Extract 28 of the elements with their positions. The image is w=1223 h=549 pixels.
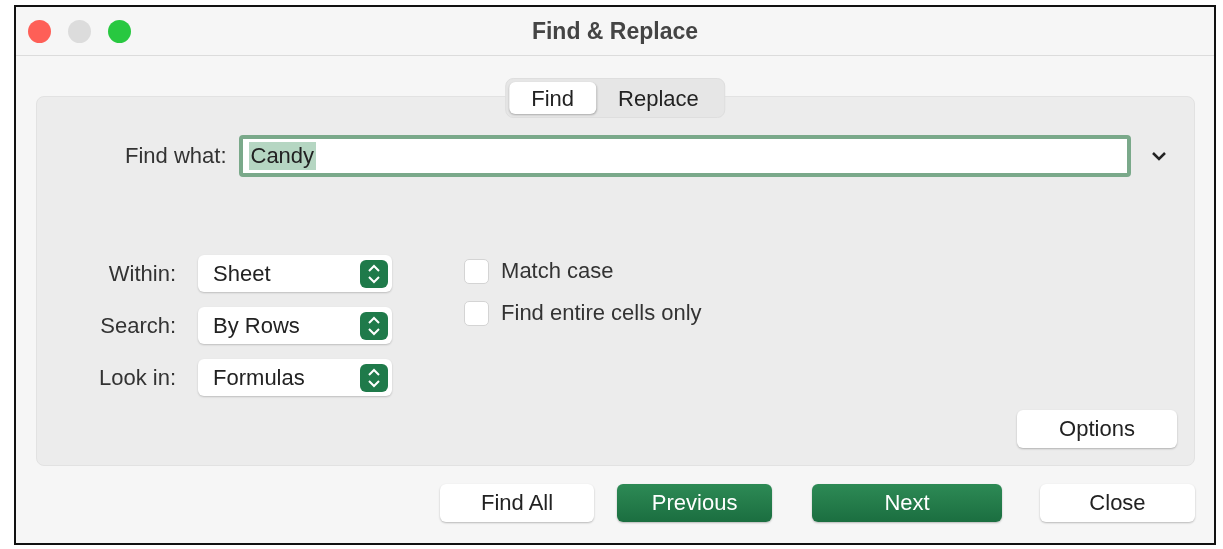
- tab[interactable]: Find: [509, 82, 597, 114]
- close-window-icon[interactable]: [28, 19, 51, 43]
- window-title: Find & Replace: [531, 17, 699, 45]
- stepper-icon: [360, 363, 389, 392]
- checkbox-label: Find entire cells only: [501, 300, 702, 326]
- tab[interactable]: Replace: [596, 82, 721, 114]
- checkbox[interactable]: [464, 300, 490, 326]
- find-what-field[interactable]: Candy: [238, 135, 1131, 177]
- select-label: Look in:: [99, 364, 177, 391]
- select-label: Search:: [99, 312, 177, 339]
- chevron-down-icon[interactable]: [1150, 151, 1167, 161]
- stepper-icon: [360, 311, 389, 340]
- stepper-icon: [360, 259, 389, 288]
- zoom-window-icon[interactable]: [108, 19, 131, 43]
- select-label: Within:: [107, 260, 177, 287]
- checkbox-label: Match case: [501, 258, 614, 284]
- field-label: Find what:: [125, 143, 227, 169]
- dialog-button[interactable]: Close: [1039, 484, 1195, 522]
- checkbox[interactable]: [464, 258, 490, 284]
- dropdown-select[interactable]: Sheet: [198, 255, 393, 292]
- dialog-button[interactable]: Next: [812, 484, 1002, 522]
- dropdown-select[interactable]: By Rows: [198, 307, 393, 344]
- dropdown-select[interactable]: Formulas: [198, 359, 393, 396]
- field-value: Candy: [248, 142, 317, 170]
- options-button[interactable]: Options: [1017, 410, 1177, 448]
- dialog-button[interactable]: Previous: [617, 484, 773, 522]
- minimize-window-icon[interactable]: [68, 19, 91, 43]
- dialog-button[interactable]: Find All: [440, 484, 595, 522]
